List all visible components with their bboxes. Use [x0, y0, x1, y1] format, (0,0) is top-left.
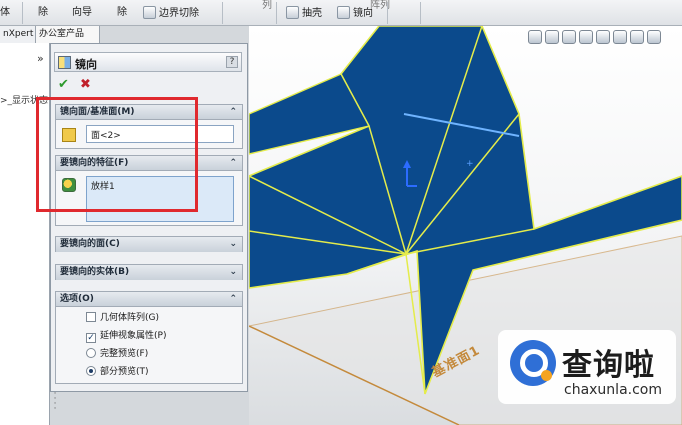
expand-chevron-icon[interactable]: ⌄: [229, 237, 237, 251]
collapse-chevron-icon[interactable]: ⌃: [229, 105, 237, 119]
mirror-property-manager: 镜向 ? ✔ ✖ 镜向面/基准面(M) ⌃ 面<2> 要镜向的特征(F) ⌃ 放…: [50, 43, 248, 392]
zoom-to-area-icon[interactable]: [545, 30, 559, 44]
command-toolbar: 列 阵列 体 除 向导 除 边界切除 抽壳 镜向: [0, 0, 682, 26]
tab-nxpert[interactable]: nXpert: [0, 26, 36, 43]
expand-chevron-icon[interactable]: ⌄: [229, 265, 237, 279]
watermark-domain: chaxunla.com: [564, 382, 662, 398]
collapse-chevron-icon[interactable]: ⌃: [229, 292, 237, 306]
tab-office-products[interactable]: 办公室产品: [36, 26, 100, 43]
toolbar-shell-button[interactable]: 抽壳: [286, 6, 322, 20]
mirror-feature-icon: [58, 56, 71, 69]
help-button[interactable]: ?: [226, 56, 238, 68]
property-manager-title: 镜向: [75, 58, 97, 71]
toolbar-remove-button-2[interactable]: 除: [117, 6, 127, 20]
collapse-chevron-icon[interactable]: ⌃: [229, 156, 237, 170]
annotation-highlight-box: [36, 97, 198, 212]
toolbar-mirror-button[interactable]: 镜向: [337, 6, 373, 20]
radio-selected[interactable]: [86, 366, 96, 376]
toolbar-wizard-button[interactable]: 向导: [72, 6, 92, 20]
panel-resize-handle[interactable]: · · · ·: [52, 390, 58, 414]
group-header-bodies-to-mirror[interactable]: 要镜向的实体(B) ⌄: [56, 265, 242, 280]
toolbar-boundary-cut-button[interactable]: 边界切除: [143, 6, 199, 20]
origin-marker: +: [466, 159, 474, 169]
toolbar-faded-label: 列: [262, 0, 272, 11]
mirror-icon: [337, 6, 350, 19]
previous-view-icon[interactable]: [562, 30, 576, 44]
section-view-icon[interactable]: [579, 30, 593, 44]
heads-up-view-toolbar: [528, 30, 661, 48]
watermark: 查询啦 chaxunla.com: [498, 330, 676, 404]
group-bodies-to-mirror: 要镜向的实体(B) ⌄: [55, 264, 243, 280]
zoom-to-fit-icon[interactable]: [528, 30, 542, 44]
cancel-x-icon[interactable]: ✖: [80, 77, 91, 92]
group-header-faces-to-mirror[interactable]: 要镜向的面(C) ⌄: [56, 237, 242, 252]
group-options: 选项(O) ⌃ 几何体阵列(G) ✓ 延伸视象属性(P) 完整预览(F) 部分预览…: [55, 291, 243, 384]
property-manager-header: 镜向 ?: [54, 52, 242, 72]
appearance-icon[interactable]: [647, 30, 661, 44]
display-style-icon[interactable]: [613, 30, 627, 44]
search-magnifier-logo-icon: [510, 340, 556, 386]
addin-tab-strip: nXpert 办公室产品: [0, 26, 100, 43]
radio-unselected[interactable]: [86, 348, 96, 358]
toolbar-body-button[interactable]: 体: [0, 6, 10, 20]
group-header-options[interactable]: 选项(O) ⌃: [56, 292, 242, 307]
toolbar-remove-button[interactable]: 除: [38, 6, 48, 20]
feature-tree-pane: [0, 26, 50, 425]
hide-show-items-icon[interactable]: [630, 30, 644, 44]
watermark-name: 查询啦: [562, 348, 655, 383]
boundary-cut-icon: [143, 6, 156, 19]
view-orientation-icon[interactable]: [596, 30, 610, 44]
ok-checkmark-icon[interactable]: ✔: [58, 77, 69, 92]
option-partial-preview[interactable]: 部分预览(T): [86, 366, 149, 379]
expand-arrow-icon[interactable]: »: [37, 52, 44, 65]
shell-icon: [286, 6, 299, 19]
group-faces-to-mirror: 要镜向的面(C) ⌄: [55, 236, 243, 252]
checkbox-unchecked[interactable]: [86, 312, 96, 322]
checkbox-checked[interactable]: ✓: [86, 333, 96, 343]
option-geometry-pattern[interactable]: 几何体阵列(G): [86, 312, 159, 325]
option-full-preview[interactable]: 完整预览(F): [86, 348, 148, 361]
option-propagate-visual-properties[interactable]: ✓ 延伸视象属性(P): [86, 330, 166, 343]
